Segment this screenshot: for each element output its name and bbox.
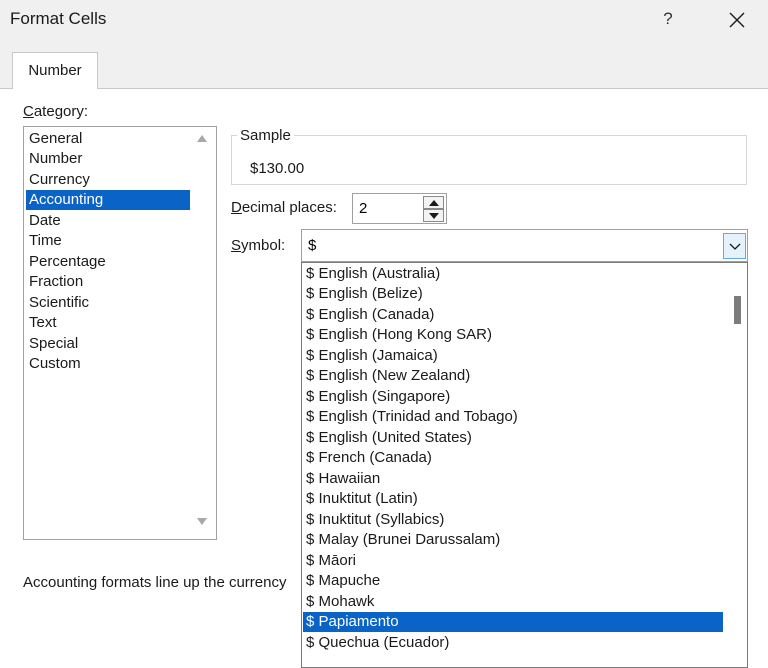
symbol-option[interactable]: $ Malay (Brunei Darussalam) — [303, 530, 723, 550]
decimal-label-rest: ecimal places: — [241, 199, 337, 216]
category-item-percentage[interactable]: Percentage — [26, 252, 190, 272]
symbol-option[interactable]: $ English (New Zealand) — [303, 366, 723, 386]
sample-value: $130.00 — [250, 160, 305, 177]
tab-number[interactable]: Number — [12, 52, 98, 89]
symbol-option[interactable]: $ Mapuche — [303, 571, 723, 591]
format-description: Accounting formats line up the currency — [23, 574, 287, 591]
symbol-option[interactable]: $ Inuktitut (Syllabics) — [303, 510, 723, 530]
symbol-option[interactable]: $ Mohawk — [303, 592, 723, 612]
symbol-option[interactable]: $ English (United States) — [303, 428, 723, 448]
sample-group — [231, 135, 747, 185]
decimal-increment-button[interactable] — [423, 196, 444, 209]
dropdown-scrollbar[interactable] — [727, 263, 747, 667]
category-label-accel: C — [23, 103, 34, 120]
spin-up-arrow-icon — [429, 200, 439, 206]
chevron-down-icon — [729, 243, 741, 250]
symbol-combobox[interactable]: $ — [301, 229, 748, 262]
close-button[interactable] — [712, 4, 762, 36]
symbol-option[interactable]: $ French (Canada) — [303, 448, 723, 468]
decimal-places-value[interactable]: 2 — [359, 200, 367, 217]
category-item-fraction[interactable]: Fraction — [26, 272, 190, 292]
decimal-label-accel: D — [231, 199, 242, 216]
symbol-value[interactable]: $ — [308, 237, 316, 254]
category-item-time[interactable]: Time — [26, 231, 190, 251]
symbol-option[interactable]: $ English (Belize) — [303, 284, 723, 304]
category-item-accounting[interactable]: Accounting — [26, 190, 190, 210]
category-item-text[interactable]: Text — [26, 313, 190, 333]
symbol-dropdown-list[interactable]: $ English (Australia) $ English (Belize)… — [301, 262, 748, 668]
spin-down-arrow-icon — [429, 213, 439, 219]
decimal-places-input[interactable]: 2 — [352, 193, 447, 224]
category-listbox[interactable]: General Number Currency Accounting Date … — [23, 126, 217, 540]
sample-legend: Sample — [237, 127, 294, 144]
symbol-option[interactable]: $ Inuktitut (Latin) — [303, 489, 723, 509]
category-item-custom[interactable]: Custom — [26, 354, 190, 374]
decimal-decrement-button[interactable] — [423, 209, 444, 222]
symbol-option[interactable]: $ English (Trinidad and Tobago) — [303, 407, 723, 427]
symbol-option-selected[interactable]: $ Papiamento — [303, 612, 723, 632]
symbol-option[interactable]: $ English (Jamaica) — [303, 346, 723, 366]
symbol-option[interactable]: $ English (Hong Kong SAR) — [303, 325, 723, 345]
symbol-option[interactable]: $ English (Australia) — [303, 264, 723, 284]
symbol-label-rest: ymbol: — [241, 237, 286, 254]
category-item-scientific[interactable]: Scientific — [26, 293, 190, 313]
help-button[interactable]: ? — [646, 4, 690, 36]
category-label: Category: — [23, 103, 88, 120]
category-item-general[interactable]: General — [26, 129, 190, 149]
symbol-label: Symbol: — [231, 237, 285, 254]
symbol-option[interactable]: $ Quechua (Ecuador) — [303, 633, 723, 653]
symbol-option[interactable]: $ English (Singapore) — [303, 387, 723, 407]
decimal-places-label: Decimal places: — [231, 199, 337, 216]
scrollbar-thumb[interactable] — [734, 296, 741, 324]
dialog-title: Format Cells — [10, 9, 107, 28]
category-item-date[interactable]: Date — [26, 211, 190, 231]
symbol-option[interactable]: $ Māori — [303, 551, 723, 571]
category-label-rest: ategory: — [33, 103, 89, 120]
symbol-option[interactable]: $ English (Canada) — [303, 305, 723, 325]
symbol-option[interactable]: $ Hawaiian — [303, 469, 723, 489]
category-item-currency[interactable]: Currency — [26, 170, 190, 190]
symbol-label-accel: S — [231, 237, 242, 254]
category-item-number[interactable]: Number — [26, 149, 190, 169]
scroll-up-arrow-icon[interactable] — [196, 133, 208, 143]
symbol-dropdown-button[interactable] — [723, 233, 746, 259]
close-icon — [729, 12, 745, 28]
category-item-special[interactable]: Special — [26, 334, 190, 354]
title-bar: Format Cells ? — [0, 0, 768, 40]
scroll-down-arrow-icon[interactable] — [196, 517, 208, 527]
